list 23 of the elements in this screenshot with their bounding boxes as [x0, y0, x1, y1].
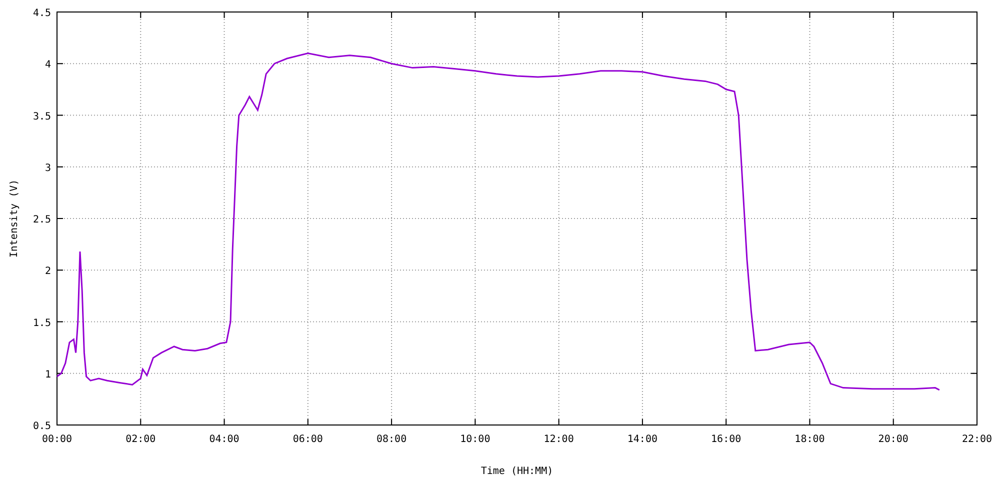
x-tick-label: 00:00 — [42, 434, 72, 445]
x-tick-label: 10:00 — [460, 434, 490, 445]
x-tick-label: 12:00 — [544, 434, 574, 445]
y-tick-label: 1.5 — [32, 318, 51, 329]
x-axis-title: Time (HH:MM) — [480, 466, 554, 477]
y-tick-label: 4 — [44, 60, 51, 71]
x-tick-label: 08:00 — [376, 434, 407, 445]
y-tick-label: 3 — [44, 162, 51, 174]
x-tick-label: 02:00 — [126, 434, 156, 445]
y-tick-label: 2 — [44, 266, 51, 278]
y-tick-label: 2.5 — [32, 214, 51, 226]
y-tick-label: 1 — [44, 369, 51, 380]
x-tick-label: 16:00 — [711, 434, 742, 445]
x-tick-label: 20:00 — [878, 434, 908, 445]
x-tick-label: 14:00 — [627, 434, 658, 445]
x-tick-label: 06:00 — [292, 434, 323, 445]
y-axis-title: Intensity (V) — [9, 179, 20, 258]
y-tick-label: 3.5 — [32, 111, 51, 122]
x-tick-label: 18:00 — [794, 434, 825, 445]
y-tick-label: 0.5 — [32, 421, 51, 432]
y-tick-label: 4.5 — [32, 8, 51, 19]
x-tick-label: 04:00 — [209, 434, 240, 445]
x-tick-label: 22:00 — [962, 434, 992, 445]
